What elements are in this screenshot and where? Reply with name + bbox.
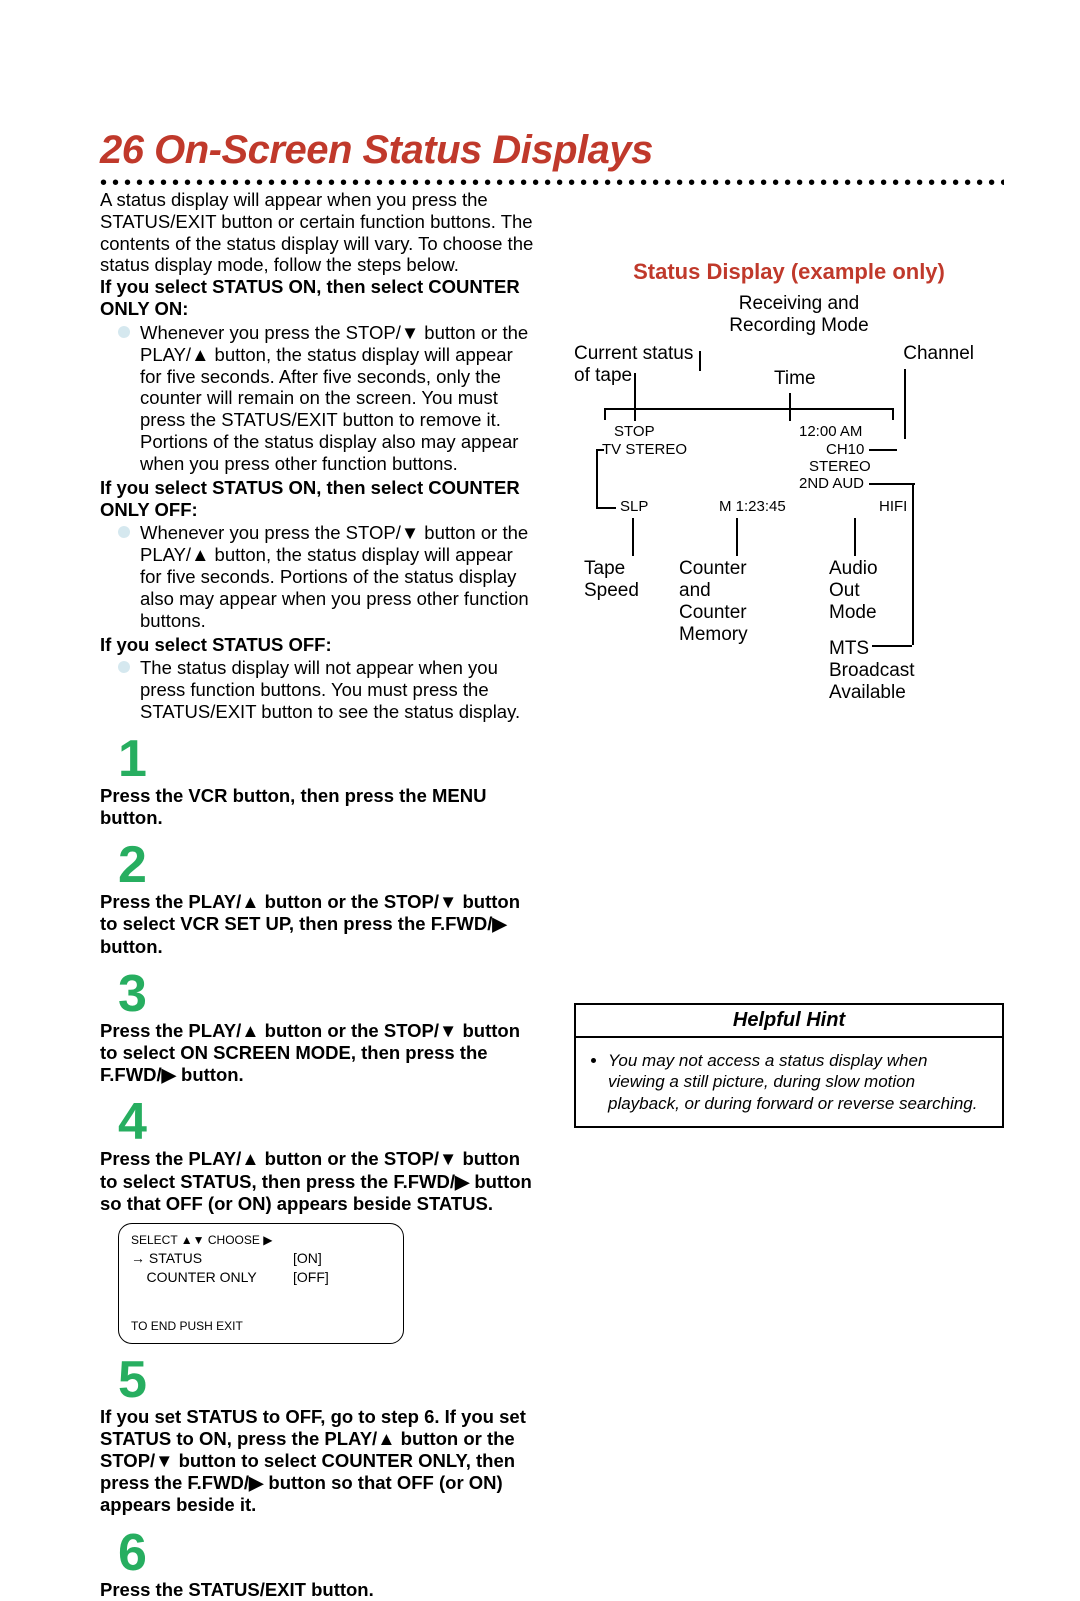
step-number-6: 6 [118, 1527, 534, 1579]
bullet-icon [118, 661, 130, 673]
step5-text: If you set STATUS to OFF, go to step 6. … [100, 1406, 534, 1517]
step-number-3: 3 [118, 968, 534, 1020]
block3-head: If you select STATUS OFF: [100, 634, 534, 656]
hint-title: Helpful Hint [576, 1005, 1002, 1038]
menu-r1-val: [ON] [293, 1249, 322, 1269]
osd-aud: 2ND AUD [799, 475, 864, 492]
step6-text: Press the STATUS/EXIT button. [100, 1579, 374, 1600]
osd-hifi: HIFI [879, 498, 907, 515]
step4-text: Press the PLAY/▲ button or the STOP/▼ bu… [100, 1148, 534, 1215]
bullet-icon [118, 326, 130, 338]
status-diagram: Receiving and Recording Mode Current sta… [574, 293, 1004, 703]
block3-body: The status display will not appear when … [140, 657, 534, 722]
menu-r2-label: COUNTER ONLY [131, 1268, 281, 1288]
divider-dots: ••••••••••••••••••••••••••••••••••••••••… [100, 179, 1004, 187]
lbl-channel: Channel [903, 343, 974, 365]
osd-stereo: STEREO [809, 458, 871, 475]
step3-text: Press the PLAY/▲ button or the STOP/▼ bu… [100, 1020, 534, 1087]
menu-head: SELECT ▲▼ CHOOSE ▶ [131, 1232, 391, 1249]
lbl-time: Time [774, 368, 816, 390]
menu-foot: TO END PUSH EXIT [131, 1318, 391, 1335]
step-number-1: 1 [118, 733, 534, 785]
menu-r1-label: → STATUS [131, 1249, 281, 1269]
page-title: 26 On-Screen Status Displays [100, 128, 1004, 173]
hint-body: You may not access a status display when… [576, 1038, 1002, 1126]
lbl-tapespeed: TapeSpeed [584, 558, 639, 602]
block2-body: Whenever you press the STOP/▼ button or … [140, 522, 534, 631]
step1-text: Press the VCR button, then press the MEN… [100, 785, 534, 829]
lbl-counter: CounterandCounterMemory [679, 558, 748, 646]
step2-text: Press the PLAY/▲ button or the STOP/▼ bu… [100, 891, 534, 958]
status-display-title: Status Display (example only) [574, 259, 1004, 285]
step-number-5: 5 [118, 1354, 534, 1406]
lbl-audio: AudioOutMode [829, 558, 878, 624]
helpful-hint-box: Helpful Hint You may not access a status… [574, 1003, 1004, 1128]
menu-r2-val: [OFF] [293, 1268, 329, 1288]
osd-m: M 1:23:45 [719, 498, 786, 515]
block1-body: Whenever you press the STOP/▼ button or … [140, 322, 534, 475]
hint-text: You may not access a status display when… [608, 1050, 988, 1114]
osd-ch: CH10 [826, 441, 864, 458]
lbl-mts: MTSBroadcastAvailable [829, 638, 915, 704]
intro-text: A status display will appear when you pr… [100, 189, 534, 276]
step-number-2: 2 [118, 839, 534, 891]
bullet-icon [118, 526, 130, 538]
osd-tvstereo: TV STEREO [602, 441, 687, 458]
osd-clock: 12:00 AM [799, 423, 862, 440]
osd-stop: STOP [614, 423, 655, 440]
step-number-4: 4 [118, 1096, 534, 1148]
osd-slp: SLP [620, 498, 648, 515]
lbl-receiving: Receiving and Recording Mode [699, 293, 899, 337]
onscreen-menu: SELECT ▲▼ CHOOSE ▶ → STATUS [ON] COUNTER … [118, 1223, 404, 1344]
block1-head: If you select STATUS ON, then select COU… [100, 276, 534, 320]
block2-head: If you select STATUS ON, then select COU… [100, 477, 534, 521]
